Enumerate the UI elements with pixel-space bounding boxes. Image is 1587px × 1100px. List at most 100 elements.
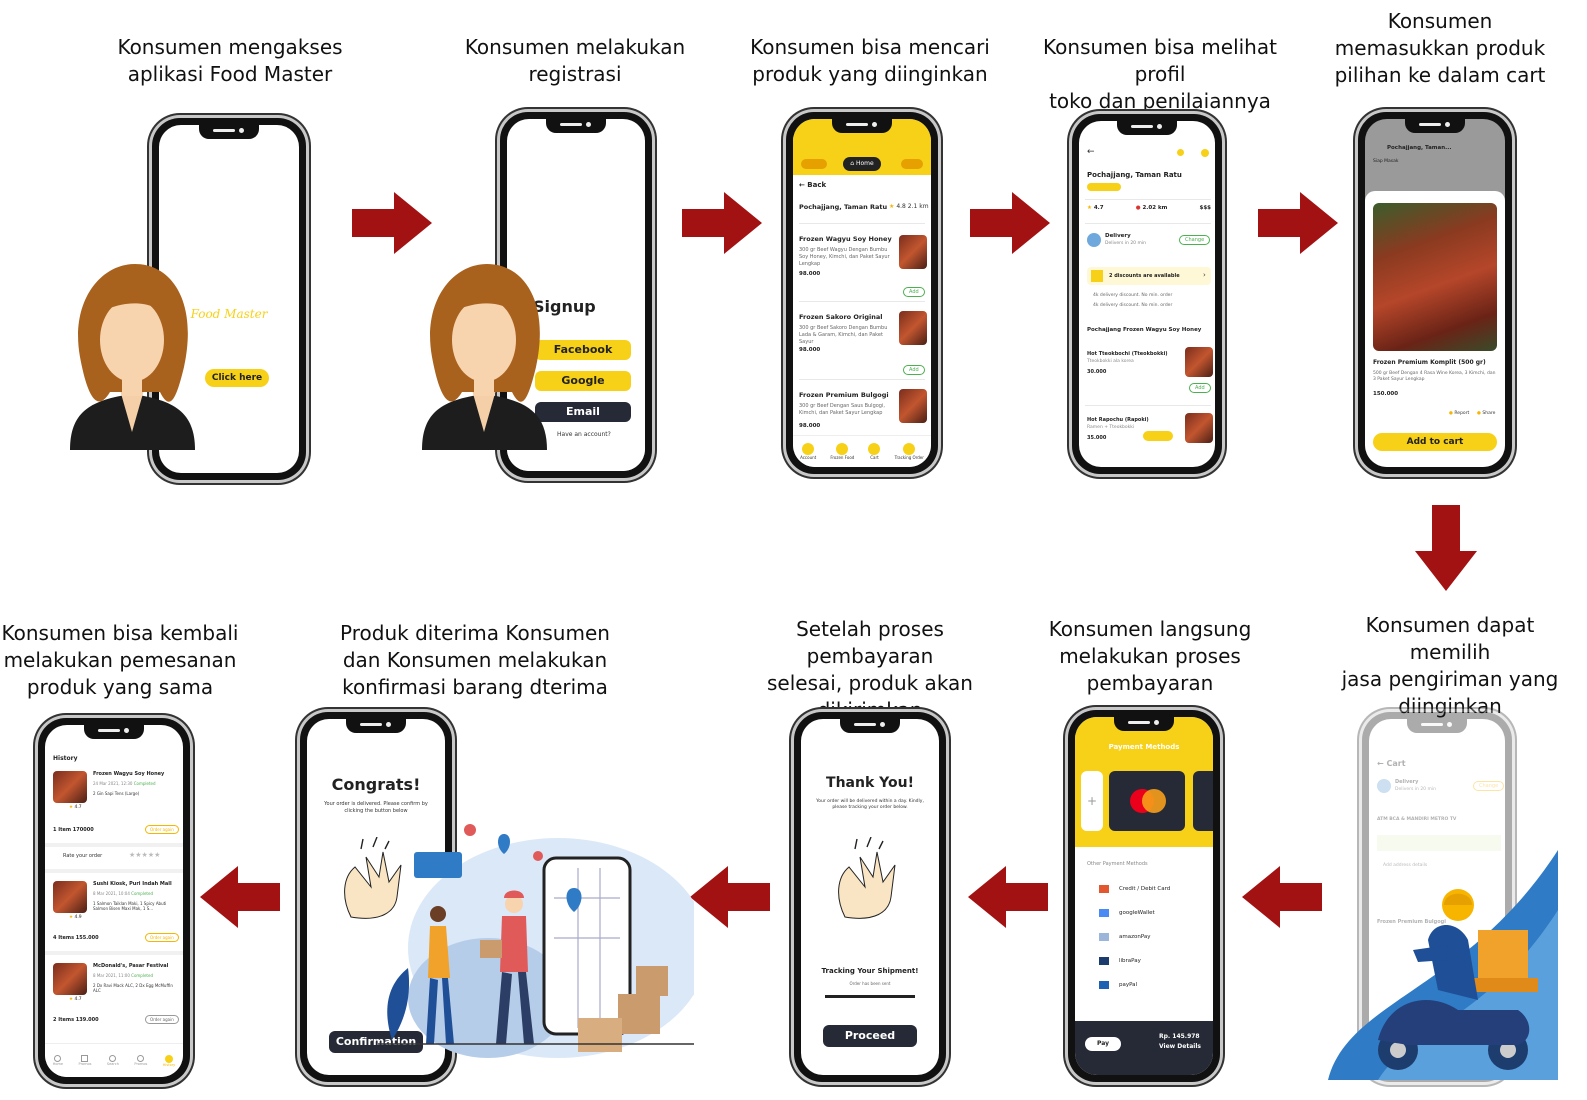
nav-label: Home bbox=[52, 1062, 64, 1066]
address-text: ATM BCA & MANDIRI METRO TV bbox=[1377, 817, 1457, 822]
tracking-title: Tracking Your Shipment! bbox=[821, 967, 919, 975]
view-details-link[interactable]: View Details bbox=[1159, 1043, 1201, 1050]
add-button[interactable]: Add bbox=[1189, 383, 1211, 393]
arrow-right-icon bbox=[1258, 192, 1338, 254]
cart-icon bbox=[868, 443, 881, 455]
step-7-caption: Konsumen langsung melakukan proses pemba… bbox=[1048, 617, 1252, 695]
payment-screen: Payment Methods + Other Payment Methods … bbox=[1075, 717, 1213, 1075]
payment-method-card[interactable]: Credit / Debit Card bbox=[1099, 877, 1199, 901]
add-button[interactable]: Add bbox=[903, 287, 925, 297]
order-status: Completed bbox=[133, 781, 156, 786]
nav-cart[interactable]: Cart bbox=[868, 443, 881, 460]
store-name: Pochajjang, Taman Ratu bbox=[799, 203, 888, 211]
frozen-food-icon bbox=[836, 443, 849, 455]
product-price: 98.000 bbox=[799, 271, 821, 277]
order-date-value: 8 Mar 2021, 10:04 bbox=[93, 891, 130, 896]
pay-button[interactable]: Pay bbox=[1085, 1037, 1121, 1051]
phone-notch bbox=[546, 119, 606, 133]
product-title: Frozen Premium Komplit (500 gr) bbox=[1373, 359, 1486, 366]
change-button[interactable]: Change bbox=[1473, 781, 1505, 791]
nav-promos-2[interactable]: Promos bbox=[134, 1055, 147, 1066]
nav-history[interactable]: History bbox=[162, 1054, 176, 1067]
divider bbox=[1085, 223, 1211, 224]
order-summary: 1 Item 170000 bbox=[53, 827, 94, 833]
share-icon[interactable] bbox=[1177, 149, 1184, 156]
stat-rating: ★ 4.7 bbox=[1087, 205, 1104, 211]
order-status: Completed bbox=[131, 891, 153, 896]
report-link[interactable]: ● Report bbox=[1449, 411, 1469, 416]
cart-floating-button[interactable] bbox=[1143, 431, 1173, 441]
order-again-button[interactable]: Order again bbox=[145, 825, 179, 834]
nav-home[interactable]: Home bbox=[53, 1055, 63, 1066]
nav-label: Tracking Order bbox=[894, 455, 924, 460]
profile-badge-icon[interactable] bbox=[801, 159, 827, 169]
menu-item-image bbox=[1185, 347, 1213, 377]
nav-promos[interactable]: Promos bbox=[79, 1055, 91, 1066]
home-tab[interactable]: ⌂ Home bbox=[843, 157, 881, 171]
add-button[interactable]: Add bbox=[903, 365, 925, 375]
order-rating: 4.9 bbox=[74, 915, 82, 920]
payment-method-libra[interactable]: libraPay bbox=[1099, 949, 1199, 973]
change-button[interactable]: Change bbox=[1179, 235, 1211, 245]
order-again-button[interactable]: Order again bbox=[145, 933, 179, 942]
share-link[interactable]: ● Share bbox=[1477, 411, 1495, 416]
favorite-icon[interactable] bbox=[1201, 149, 1209, 157]
rating-stars-icon[interactable]: ★★★★★ bbox=[129, 851, 160, 859]
chevron-right-icon: › bbox=[1203, 271, 1206, 279]
product-image bbox=[899, 311, 927, 345]
add-card-button[interactable]: + bbox=[1081, 771, 1103, 831]
payment-method-google[interactable]: googleWallet bbox=[1099, 901, 1199, 925]
order-again-button[interactable]: Order again bbox=[145, 1015, 179, 1024]
menu-item-price: 30.000 bbox=[1087, 369, 1107, 375]
menu-item-sub: Tteokbokki ala korea bbox=[1087, 359, 1134, 364]
arrow-left-icon bbox=[200, 866, 280, 928]
back-icon[interactable]: ← bbox=[1087, 147, 1095, 157]
order-name: Frozen Wagyu Soy Honey bbox=[93, 771, 165, 777]
detail-header: Pochajjang, Taman... bbox=[1387, 145, 1452, 151]
notification-icon[interactable] bbox=[901, 159, 923, 169]
nav-tracking[interactable]: Tracking Order bbox=[895, 443, 924, 460]
proceed-button[interactable]: Proceed bbox=[823, 1025, 917, 1047]
divider bbox=[45, 869, 183, 873]
store-rating: ★ 4.8 2.1 km bbox=[889, 203, 929, 210]
order-name: McDonald's, Pasar Festival bbox=[93, 963, 169, 969]
step-8-caption: Setelah proses pembayaran selesai, produ… bbox=[767, 617, 973, 722]
add-to-cart-button[interactable]: Add to cart bbox=[1373, 433, 1497, 451]
phone-notch bbox=[84, 725, 144, 739]
history-icon bbox=[165, 1054, 173, 1063]
store-rating-value: 4.8 bbox=[896, 203, 906, 210]
menu-item-name: Hot Rapochu (Rapoki) bbox=[1087, 417, 1149, 423]
payment-method-label: Credit / Debit Card bbox=[1119, 886, 1171, 892]
report-label: Report bbox=[1454, 411, 1470, 416]
nav-account[interactable]: Account bbox=[800, 443, 816, 460]
credit-card-icon bbox=[1099, 885, 1109, 893]
back-link[interactable]: ← Back bbox=[799, 181, 826, 189]
payment-method-label: amazonPay bbox=[1119, 934, 1151, 940]
phone-profile: ← Pochajjang, Taman Ratu ★ 4.7 ● 2.02 km… bbox=[1072, 114, 1222, 474]
bottom-nav: Home Promos Search Promos History bbox=[45, 1043, 183, 1077]
product-desc: 300 gr Beef Wagyu Dengan Bumbu Soy Honey… bbox=[799, 247, 890, 267]
order-detail: 2 Dx Ravi Mack ALC, 2 Dx Egg McMuffin AL… bbox=[93, 983, 173, 993]
phone-notch bbox=[840, 719, 900, 733]
phone-notch bbox=[346, 719, 406, 733]
store-distance: 2.1 km bbox=[907, 203, 929, 210]
tracking-icon bbox=[903, 443, 916, 455]
search-icon bbox=[109, 1055, 117, 1062]
order-rating: 4.7 bbox=[74, 997, 82, 1002]
order-summary: 2 Items 139.000 bbox=[53, 1017, 99, 1023]
nav-frozen-food[interactable]: Frozen Food bbox=[830, 443, 854, 460]
nav-search[interactable]: Search bbox=[107, 1055, 119, 1066]
nav-label: Promos bbox=[134, 1062, 148, 1066]
stat-rating-value: 4.7 bbox=[1093, 205, 1104, 211]
phone-add-to-cart: Pochajjang, Taman... Siap Masak Frozen P… bbox=[1358, 112, 1512, 474]
order-rating: 4.7 bbox=[74, 805, 82, 810]
payment-method-amazon[interactable]: amazonPay bbox=[1099, 925, 1199, 949]
nav-label: History bbox=[162, 1062, 176, 1067]
payment-method-label: libraPay bbox=[1119, 958, 1141, 964]
phone-notch bbox=[199, 125, 259, 139]
congrats-title: Congrats! bbox=[331, 775, 421, 794]
payment-method-paypal[interactable]: payPal bbox=[1099, 973, 1199, 997]
nav-label: Account bbox=[800, 455, 817, 460]
promos-icon bbox=[81, 1055, 89, 1062]
next-card[interactable] bbox=[1193, 771, 1213, 831]
